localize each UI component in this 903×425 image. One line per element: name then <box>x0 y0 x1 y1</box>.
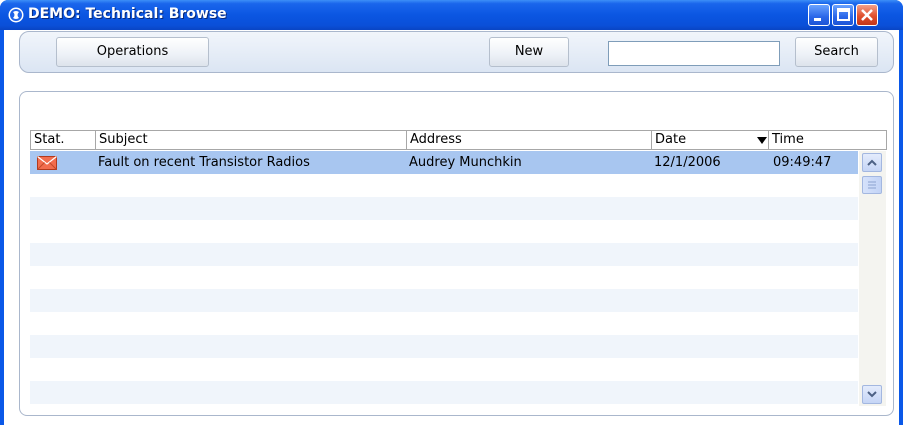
operations-button[interactable]: Operations <box>56 37 209 67</box>
column-header-time[interactable]: Time <box>768 131 887 149</box>
empty-row <box>30 312 858 335</box>
column-header-date[interactable]: Date <box>651 131 768 149</box>
minimize-icon <box>814 18 821 21</box>
empty-row <box>30 381 858 404</box>
browse-list[interactable]: Stat. Subject Address Date Time Fault on… <box>30 130 887 406</box>
sort-descending-icon <box>757 137 767 144</box>
empty-row <box>30 266 858 289</box>
grip-icon <box>868 181 876 189</box>
column-header-stat[interactable]: Stat. <box>31 131 95 149</box>
scroll-down-button[interactable] <box>862 385 882 404</box>
cell-subject: Fault on recent Transistor Radios <box>98 155 310 170</box>
window: DEMO: Technical: Browse Operations New S… <box>0 0 903 425</box>
table-row[interactable]: Fault on recent Transistor Radios Audrey… <box>30 151 858 174</box>
close-button[interactable] <box>856 4 878 26</box>
cell-date: 12/1/2006 <box>654 155 721 170</box>
empty-row <box>30 220 858 243</box>
vertical-scrollbar[interactable] <box>859 151 886 406</box>
chevron-down-icon <box>867 391 877 398</box>
toolbar: Operations New Search <box>19 31 894 73</box>
column-header-address[interactable]: Address <box>406 131 651 149</box>
search-button[interactable]: Search <box>795 37 878 67</box>
empty-row <box>30 243 858 266</box>
search-input[interactable] <box>608 41 780 66</box>
envelope-icon <box>37 156 57 170</box>
new-button[interactable]: New <box>489 37 569 67</box>
maximize-icon <box>837 8 850 21</box>
cell-address: Audrey Munchkin <box>409 155 522 170</box>
app-logo-icon <box>8 7 24 23</box>
table-header: Stat. Subject Address Date Time <box>30 130 887 150</box>
title-bar[interactable]: DEMO: Technical: Browse <box>0 0 903 30</box>
cell-time: 09:49:47 <box>773 155 832 170</box>
empty-row <box>30 289 858 312</box>
window-title: DEMO: Technical: Browse <box>28 6 227 22</box>
scroll-thumb[interactable] <box>862 176 882 194</box>
close-icon <box>861 9 873 21</box>
empty-row <box>30 358 858 381</box>
empty-row <box>30 174 858 197</box>
column-header-subject[interactable]: Subject <box>95 131 406 149</box>
empty-row <box>30 335 858 358</box>
empty-row <box>30 197 858 220</box>
scroll-up-button[interactable] <box>862 153 882 172</box>
chevron-up-icon <box>867 159 877 166</box>
minimize-button[interactable] <box>808 4 830 26</box>
maximize-button[interactable] <box>832 4 854 26</box>
table-body: Fault on recent Transistor Radios Audrey… <box>30 151 858 406</box>
